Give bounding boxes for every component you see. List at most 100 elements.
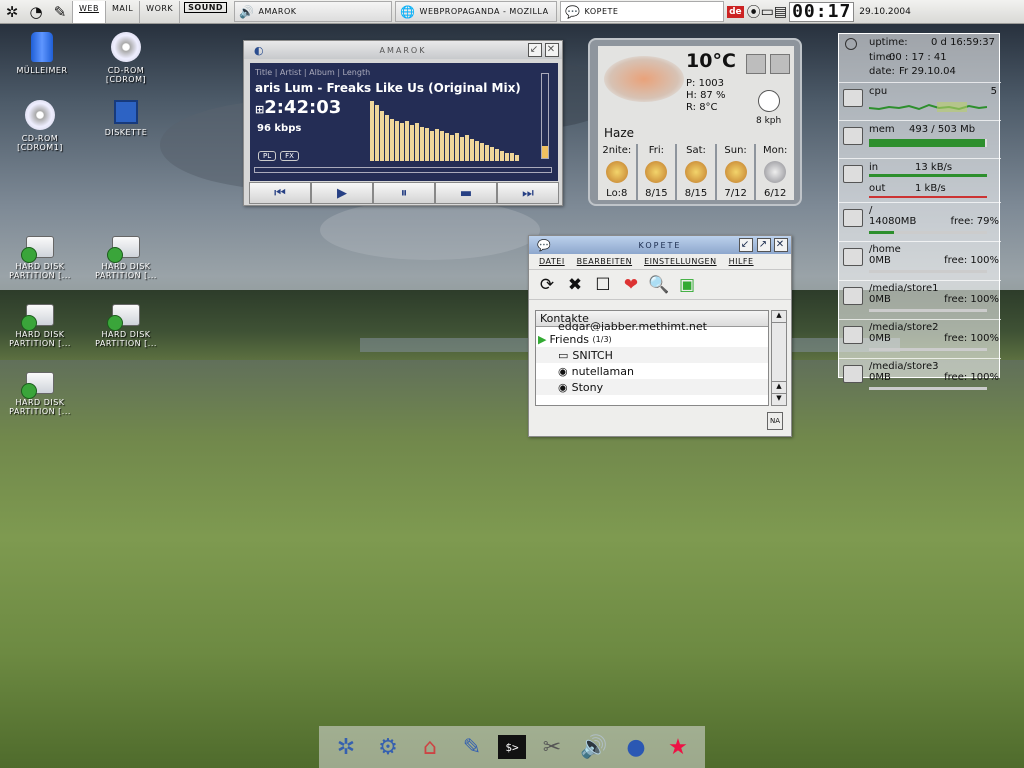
editor-icon[interactable]: ✎ — [48, 1, 72, 23]
chat-tray-icon[interactable]: ▭ — [761, 4, 774, 20]
disconnect-icon[interactable]: ✖ — [563, 273, 587, 297]
previous-button[interactable]: ⏮ — [249, 182, 311, 204]
terminal-icon[interactable]: $> — [498, 735, 526, 759]
kopete-titlebar[interactable]: 💬 KOPETE ↙ ↗ ✕ — [529, 236, 791, 254]
konqueror-icon[interactable]: ◔ — [24, 1, 48, 23]
close-button[interactable]: ✕ — [545, 43, 559, 57]
settings-icon[interactable]: ✂ — [536, 731, 568, 763]
clock-icon — [845, 38, 857, 50]
desktop-icon-partition-2[interactable]: HARD DISK PARTITION [... — [88, 230, 164, 280]
menubar: DATEI BEARBEITEN EINSTELLUNGEN HILFE — [529, 254, 791, 270]
analyzer-bar — [455, 133, 459, 161]
desktop-icon-partition-4[interactable]: HARD DISK PARTITION [... — [88, 298, 164, 348]
desktop-sound[interactable]: SOUND — [179, 0, 231, 23]
clock[interactable]: 00:17 — [789, 1, 855, 22]
amarok-titlebar[interactable]: ◐ AMAROK ↙ ✕ — [244, 41, 562, 59]
kde-logo-icon[interactable]: ✲ — [330, 731, 362, 763]
temperature: 10°C — [686, 50, 736, 72]
analyzer-bar — [385, 115, 389, 161]
search-icon[interactable]: 🔍 — [647, 273, 671, 297]
cdrom-icon — [111, 32, 141, 62]
status-badge[interactable]: NA — [767, 412, 783, 430]
volume-slider[interactable] — [541, 73, 549, 159]
disk-track — [869, 387, 987, 390]
contact-row[interactable]: ◉ Stony — [536, 379, 768, 395]
analyzer-bar — [420, 127, 424, 161]
contact-list: Kontakte edgar@jabber.methimt.net ▶ Frie… — [535, 310, 769, 406]
contact-status-icon: ▭ — [558, 348, 569, 362]
forecast-day: 2nite: Lo:8 — [598, 144, 636, 200]
minimize-button[interactable]: ↙ — [739, 238, 753, 252]
desktop-icon-partition-5[interactable]: HARD DISK PARTITION [... — [2, 366, 78, 416]
maximize-button[interactable]: ↗ — [757, 238, 771, 252]
network-icon — [843, 165, 863, 183]
analyzer-bar — [445, 133, 449, 161]
sound-icon[interactable]: 🔊 — [578, 731, 610, 763]
kde-menu-icon[interactable]: ✲ — [0, 1, 24, 23]
hard-disk-icon — [21, 372, 54, 399]
disk-size: 0MB — [869, 372, 891, 383]
close-button[interactable]: ✕ — [774, 238, 788, 252]
playlist-button[interactable]: PL — [258, 151, 277, 161]
task-mozilla[interactable]: 🌐 WEBPROPAGANDA - MOZILLA — [395, 1, 558, 22]
window-title: AMAROK — [379, 45, 427, 55]
contact-row[interactable]: ◉ nutellaman — [536, 363, 768, 379]
disk-mount: /home — [869, 244, 901, 255]
contact-row[interactable]: ▭ SNITCH — [536, 347, 768, 363]
desktop-icon-partition-1[interactable]: HARD DISK PARTITION [... — [2, 230, 78, 280]
desktop-mail[interactable]: MAIL — [104, 0, 139, 23]
amarok-window-icon: ◐ — [254, 43, 266, 57]
elapsed-time: ⊞2:42:03 — [255, 97, 342, 118]
home-icon[interactable]: ⌂ — [414, 731, 446, 763]
desktop-icon-label: CD-ROM [CDROM1] — [17, 134, 63, 152]
status-icon[interactable]: ☐ — [591, 273, 615, 297]
menu-bearbeiten[interactable]: BEARBEITEN — [571, 257, 638, 266]
desktop-icon-cdrom1[interactable]: CD-ROM [CDROM1] — [2, 100, 78, 152]
amarok-tray-icon[interactable]: ⦿ — [747, 2, 761, 22]
hard-disk-icon — [843, 287, 863, 305]
desktop-icon-label: HARD DISK PARTITION [... — [9, 398, 71, 416]
desktop-icon-cdrom[interactable]: CD-ROM [CDROM] — [88, 32, 164, 84]
pause-button[interactable]: ⏸ — [373, 182, 435, 204]
menu-einstellungen[interactable]: EINSTELLUNGEN — [638, 257, 723, 266]
folder-tray-icon[interactable]: ▤ — [774, 4, 787, 20]
editor-icon[interactable]: ✎ — [456, 731, 488, 763]
menu-datei[interactable]: DATEI — [533, 257, 571, 266]
desktop-icon-partition-3[interactable]: HARD DISK PARTITION [... — [2, 298, 78, 348]
camera-icon[interactable] — [770, 54, 790, 74]
desktop-icon-floppy[interactable]: DISKETTE — [88, 100, 164, 137]
desktop-web[interactable]: WEB — [72, 0, 105, 23]
scrollbar[interactable]: ▲ ▲ ▼ — [771, 310, 787, 406]
realfeel: R: 8°C — [686, 102, 718, 113]
taskbar: ✲ ◔ ✎ WEB MAIL WORK SOUND 🔊 AMAROK 🌐 WEBPR… — [0, 0, 1024, 24]
settings-icon[interactable] — [746, 54, 766, 74]
next-button[interactable]: ⏭ — [497, 182, 559, 204]
task-kopete[interactable]: 💬 KOPETE — [560, 1, 725, 22]
globe-icon[interactable]: ● — [620, 731, 652, 763]
track-title: aris Lum - Freaks Like Us (Original Mix) — [255, 81, 521, 95]
analyzer-bar — [370, 101, 374, 161]
add-contact-icon[interactable]: ❤ — [619, 273, 643, 297]
konqueror-icon[interactable]: ⚙ — [372, 731, 404, 763]
contact-row[interactable]: edgar@jabber.methimt.net — [536, 321, 768, 331]
minimize-button[interactable]: ↙ — [528, 43, 542, 57]
keyboard-layout[interactable]: de — [727, 5, 744, 18]
star-icon[interactable]: ★ — [662, 731, 694, 763]
seek-slider[interactable] — [254, 167, 552, 173]
disk-row: /home 0MB free: 100% — [839, 241, 1001, 279]
analyzer-bar — [480, 143, 484, 161]
analyzer-bar — [515, 155, 519, 161]
chat-icon: 💬 — [565, 4, 581, 19]
amarok-icon: 🔊 — [239, 4, 255, 19]
folder-icon[interactable]: ▣ — [675, 273, 699, 297]
task-amarok[interactable]: 🔊 AMAROK — [234, 1, 393, 22]
play-button[interactable]: ▶ — [311, 182, 373, 204]
playback-controls: ⏮ ▶ ⏸ ▬ ⏭ — [249, 182, 559, 204]
desktop-work[interactable]: WORK — [139, 0, 179, 23]
desktop-icon-trash[interactable]: MÜLLEIMER — [4, 32, 80, 75]
menu-hilfe[interactable]: HILFE — [723, 257, 760, 266]
effects-button[interactable]: FX — [280, 151, 299, 161]
connect-icon[interactable]: ⟳ — [535, 273, 559, 297]
group-row[interactable]: ▶ Friends (1/3) — [536, 331, 768, 347]
stop-button[interactable]: ▬ — [435, 182, 497, 204]
